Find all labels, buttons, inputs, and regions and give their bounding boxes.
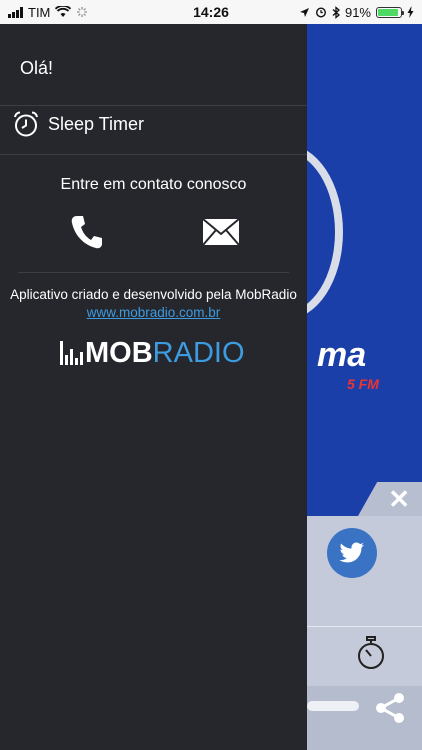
alarm-icon bbox=[315, 7, 326, 18]
credit-text: Aplicativo criado e desenvolvido pela Mo… bbox=[10, 286, 297, 322]
website-link[interactable]: www.mobradio.com.br bbox=[87, 305, 221, 320]
sleep-timer-label: Sleep Timer bbox=[48, 113, 145, 134]
twitter-button[interactable] bbox=[327, 528, 377, 578]
signal-icon bbox=[8, 6, 23, 18]
logo-mob-text: MOB bbox=[85, 337, 153, 369]
station-logo-text: ma bbox=[317, 336, 367, 374]
menu-item-sleep-timer[interactable]: Sleep Timer bbox=[12, 110, 144, 138]
location-icon bbox=[299, 7, 309, 17]
player-controls-panel bbox=[307, 516, 422, 750]
background-player-screen: ma 5 FM ✕ bbox=[307, 24, 422, 750]
battery-percent: 91% bbox=[344, 4, 371, 20]
twitter-icon bbox=[339, 542, 364, 563]
mobradio-logo: MOB RADIO bbox=[60, 337, 245, 369]
volume-slider[interactable] bbox=[307, 701, 359, 711]
clock: 14:26 bbox=[193, 4, 229, 20]
station-logo-ring bbox=[307, 144, 343, 320]
station-artwork-area: ma 5 FM ✕ bbox=[307, 24, 422, 516]
activity-spinner-icon bbox=[77, 7, 88, 17]
close-panel-button[interactable]: ✕ bbox=[358, 482, 422, 516]
carrier-label: TIM bbox=[28, 4, 51, 20]
contact-title: Entre em contato conosco bbox=[60, 176, 247, 193]
equalizer-bars-icon bbox=[60, 341, 83, 365]
battery-icon bbox=[376, 6, 404, 18]
credit-label: Aplicativo criado e desenvolvido pela Mo… bbox=[10, 287, 297, 302]
wifi-icon bbox=[55, 6, 72, 17]
station-logo-fm: 5 FM bbox=[347, 376, 379, 392]
side-drawer: Olá! Sleep Timer Entre em contato conosc… bbox=[0, 24, 307, 750]
charging-icon bbox=[407, 6, 414, 18]
close-icon: ✕ bbox=[388, 483, 410, 514]
share-icon[interactable] bbox=[372, 690, 408, 726]
timer-icon[interactable] bbox=[356, 636, 386, 670]
status-bar: TIM 14:26 91% bbox=[0, 0, 422, 24]
divider bbox=[0, 105, 307, 106]
divider bbox=[0, 154, 307, 155]
greeting-text: Olá! bbox=[20, 58, 54, 78]
alarm-clock-icon bbox=[14, 111, 38, 137]
bluetooth-icon bbox=[332, 5, 340, 19]
logo-radio-text: RADIO bbox=[152, 337, 245, 369]
panel-divider bbox=[307, 626, 422, 627]
divider bbox=[18, 272, 289, 273]
phone-icon[interactable] bbox=[70, 214, 104, 250]
volume-share-row bbox=[307, 686, 422, 750]
mail-icon[interactable] bbox=[202, 218, 240, 246]
